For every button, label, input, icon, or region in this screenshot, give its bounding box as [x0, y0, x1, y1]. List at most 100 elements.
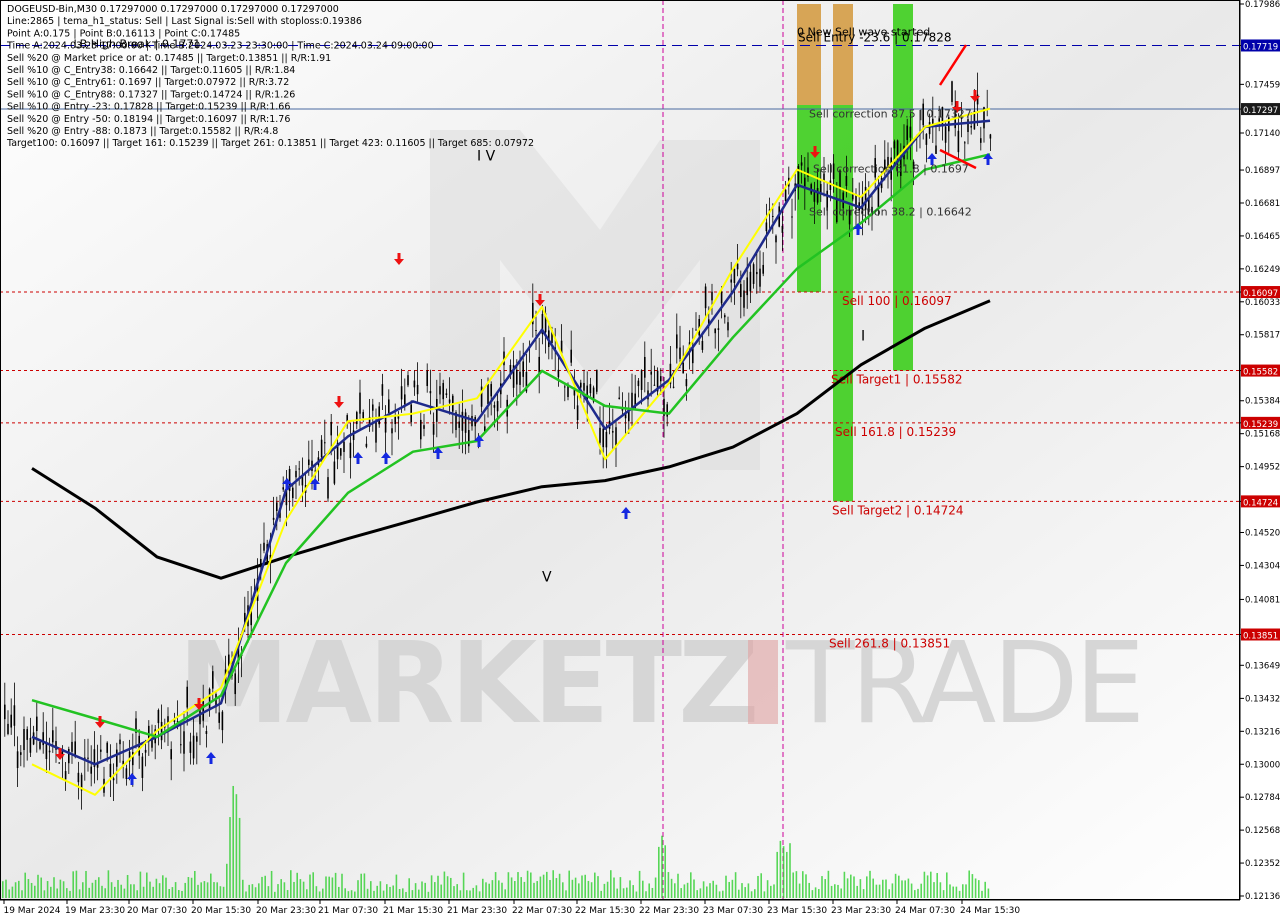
volume-bar — [811, 890, 814, 898]
info-line: Sell %20 @ Entry -50: 0.18194 || Target:… — [7, 114, 290, 125]
candle-body — [426, 370, 428, 387]
candle-body — [877, 185, 880, 208]
volume-bar — [808, 882, 810, 898]
volume-bar — [894, 873, 897, 898]
volume-bar — [882, 879, 884, 898]
candle-body — [119, 739, 121, 745]
candle-body — [672, 386, 675, 388]
volume-bar — [677, 873, 679, 898]
volume-bar — [149, 881, 151, 898]
volume-bar — [683, 884, 686, 898]
volume-bar — [718, 891, 721, 898]
volume-bar — [955, 886, 958, 898]
candle-body — [522, 361, 524, 377]
y-axis: 0.179860.177140.174590.172970.171400.168… — [1239, 0, 1280, 902]
volume-bar — [693, 879, 695, 898]
candle-body — [263, 542, 265, 551]
volume-bar — [446, 876, 449, 898]
volume-bar — [136, 890, 138, 898]
volume-bar — [114, 886, 116, 898]
volume-bar — [987, 888, 990, 898]
volume-bar — [530, 872, 532, 898]
volume-bar — [302, 881, 305, 898]
volume-bar — [581, 875, 583, 898]
y-tick-label: 0.15384 — [1245, 397, 1280, 407]
price-level-label: Sell Target2 | 0.14724 — [832, 503, 964, 517]
volume-bar — [8, 889, 10, 898]
zone-cap — [833, 4, 853, 105]
candle-body — [205, 731, 208, 734]
volume-bar — [590, 882, 593, 898]
volume-bar — [875, 884, 878, 898]
candle-body — [16, 751, 19, 769]
volume-bar — [171, 887, 174, 898]
volume-bar — [766, 880, 769, 898]
candle-body — [464, 412, 467, 433]
volume-bar — [651, 887, 654, 898]
candle-body — [845, 175, 848, 186]
y-tick-label: 0.12568 — [1245, 826, 1280, 836]
chart-annotation: Sell correction 61.8 | 0.1697 — [813, 163, 969, 176]
volume-bar — [789, 843, 791, 898]
volume-bar — [40, 877, 42, 898]
candle-body — [442, 383, 444, 400]
volume-bar — [514, 881, 516, 898]
price-level-axis-label: 0.15582 — [1243, 368, 1278, 378]
volume-bar — [50, 886, 52, 898]
volume-bar — [853, 876, 855, 898]
volume-bar — [248, 884, 250, 898]
candle-body — [964, 142, 966, 144]
chart-annotation: Sell correction 87.5 | 0.17327 — [809, 108, 972, 121]
volume-bar — [437, 875, 439, 898]
volume-bar — [152, 886, 154, 898]
candle-body — [820, 184, 822, 193]
info-line: Sell %10 @ C_Entry88: 0.17327 || Target:… — [7, 89, 295, 100]
volume-bar — [235, 794, 238, 898]
volume-bar — [910, 883, 913, 898]
volume-bar — [731, 879, 734, 898]
volume-bar — [469, 890, 471, 898]
candle-body — [666, 404, 668, 417]
y-tick-label: 0.17459 — [1245, 80, 1280, 90]
volume-bar — [552, 870, 554, 898]
candle-body — [48, 750, 51, 753]
volume-bar — [181, 890, 183, 898]
volume-bar — [568, 870, 570, 898]
candle-body — [394, 416, 396, 425]
chart-annotation: 0 New Sell wave started — [797, 25, 930, 38]
candle-body — [458, 421, 460, 428]
candle-body — [816, 188, 819, 203]
volume-bar — [120, 884, 122, 898]
volume-bar — [475, 885, 478, 898]
volume-bar — [11, 886, 14, 898]
candle-body — [429, 391, 432, 394]
volume-bar — [376, 885, 378, 898]
x-tick-label: 20 Mar 07:30 — [127, 906, 187, 916]
candle-body — [944, 126, 947, 143]
candle-body — [388, 399, 390, 413]
y-tick-label: 0.14081 — [1245, 595, 1280, 605]
volume-bar — [584, 874, 586, 898]
volume-bar — [254, 887, 257, 898]
candle-body — [400, 386, 403, 400]
volume-bar — [776, 851, 778, 898]
candle-body — [218, 712, 220, 723]
volume-bar — [27, 879, 30, 898]
volume-bar — [930, 871, 932, 898]
volume-bar — [222, 886, 225, 898]
info-line: Point A:0.175 | Point B:0.16113 | Point … — [7, 28, 240, 39]
y-tick-label: 0.13000 — [1245, 760, 1280, 770]
volume-bar — [117, 879, 119, 898]
price-level-label: Sell 100 | 0.16097 — [842, 294, 952, 308]
x-tick-label: 23 Mar 15:30 — [767, 906, 827, 916]
candle-body — [679, 347, 681, 359]
volume-bar — [501, 882, 503, 898]
volume-bar — [974, 878, 977, 898]
volume-bar — [565, 890, 567, 898]
volume-bar — [952, 886, 954, 898]
volume-bar — [43, 890, 46, 898]
volume-bar — [229, 817, 231, 898]
candle-body — [141, 756, 144, 778]
volume-bar — [312, 872, 314, 898]
candle-body — [813, 192, 816, 202]
